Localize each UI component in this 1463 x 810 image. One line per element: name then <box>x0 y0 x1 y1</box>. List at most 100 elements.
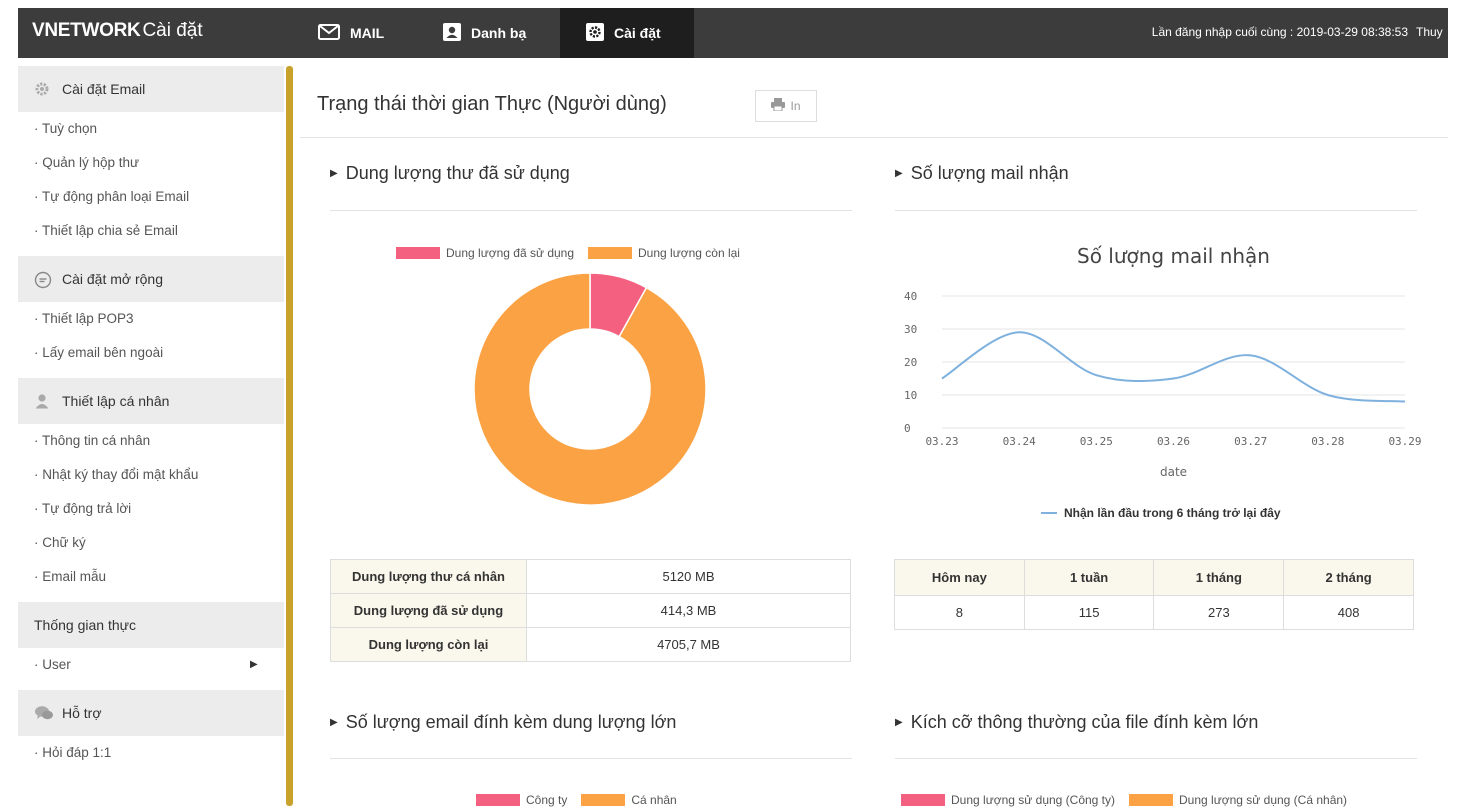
divider <box>895 210 1417 211</box>
sidebar-item-signature[interactable]: · Chữ ký <box>18 526 284 560</box>
sidebar-item-pop3[interactable]: · Thiết lập POP3 <box>18 302 284 336</box>
sidebar-item-personal-info[interactable]: · Thông tin cá nhân <box>18 424 284 458</box>
table-header: 1 tháng <box>1153 559 1285 596</box>
mail-count-heading-label: Số lượng mail nhận <box>910 163 1069 183</box>
sidebar-item-qa[interactable]: · Hỏi đáp 1:1 <box>18 736 284 770</box>
brand-section: Cài đặt <box>142 20 203 41</box>
nav-mail[interactable]: MAIL <box>306 8 396 58</box>
sidebar-scrollbar[interactable] <box>286 66 293 806</box>
sidebar-item-external-email[interactable]: · Lấy email bên ngoài <box>18 336 284 370</box>
sidebar-section-email-settings[interactable]: Cài đặt Email <box>18 66 284 112</box>
y-tick-label: 40 <box>904 290 917 303</box>
user-name[interactable]: Thuy <box>1416 25 1448 39</box>
y-tick-label: 10 <box>904 389 917 402</box>
contact-card-icon <box>443 22 461 44</box>
legend-swatch-personal <box>581 794 626 806</box>
nav-contacts[interactable]: Danh bạ <box>431 8 538 58</box>
sidebar-section-realtime[interactable]: Thống gian thực <box>18 602 284 648</box>
nav-settings[interactable]: Cài đặt <box>560 8 694 58</box>
attachments-count-heading: ▶ Số lượng email đính kèm dung lượng lớn <box>330 712 676 733</box>
data-point[interactable] <box>940 377 944 381</box>
sidebar-item-user[interactable]: · User ▶ <box>18 648 284 682</box>
legend-label-remaining: Dung lượng còn lại <box>638 246 740 260</box>
gear-icon <box>586 22 604 44</box>
sidebar-item-email-template[interactable]: · Email mẫu <box>18 560 284 594</box>
data-point[interactable] <box>1249 353 1253 357</box>
x-tick-label: 03.28 <box>1311 435 1344 448</box>
sidebar-item-options[interactable]: · Tuỳ chọn <box>18 112 284 146</box>
sidebar-item-auto-classify[interactable]: · Tự động phân loại Email <box>18 180 284 214</box>
legend-label-used: Dung lượng đã sử dụng <box>446 246 575 260</box>
print-label: In <box>790 99 801 113</box>
sidebar-item-email-sharing[interactable]: · Thiết lập chia sẻ Email <box>18 214 284 248</box>
data-point[interactable] <box>1326 393 1330 397</box>
data-point[interactable] <box>1172 377 1176 381</box>
attachments-size-heading-label: Kích cỡ thông thường của file đính kèm l… <box>910 712 1259 732</box>
nav-settings-label: Cài đặt <box>614 25 661 41</box>
legend-swatch-personal-size <box>1129 794 1174 806</box>
sidebar-section-extended[interactable]: Cài đặt mở rộng <box>18 256 284 302</box>
table-cell-value: 5120 MB <box>526 559 851 594</box>
brand-logo[interactable]: VNETWORK Cài đặt <box>32 20 203 42</box>
x-tick-label: 03.27 <box>1234 435 1267 448</box>
sidebar-section-label: Hỗ trợ <box>62 705 102 721</box>
usage-legend: Dung lượng đã sử dụng Dung lượng còn lại <box>396 246 754 260</box>
usage-donut-chart <box>473 272 707 506</box>
sidebar-section-personal[interactable]: Thiết lập cá nhân <box>18 378 284 424</box>
sidebar-item-password-log[interactable]: · Nhật ký thay đổi mật khẩu <box>18 458 284 492</box>
nav-mail-label: MAIL <box>350 25 385 41</box>
table-header: Hôm nay <box>894 559 1025 596</box>
chart-title: Số lượng mail nhận <box>1077 244 1270 268</box>
data-point[interactable] <box>1094 373 1098 377</box>
attachments-size-legend: Dung lượng sử dụng (Công ty) Dung lượng … <box>901 793 1361 807</box>
table-row: Dung lượng còn lại 4705,7 MB <box>330 627 851 662</box>
sidebar-item-auto-reply[interactable]: · Tự động trả lời <box>18 492 284 526</box>
legend-swatch-used <box>396 247 440 259</box>
legend-label-personal-size: Dung lượng sử dụng (Cá nhân) <box>1179 793 1348 807</box>
data-point[interactable] <box>1017 330 1021 334</box>
table-cell-value: 4705,7 MB <box>526 627 851 662</box>
sidebar-item-label: · User <box>34 657 71 672</box>
donut-slice-1[interactable] <box>473 272 707 506</box>
print-button[interactable]: In <box>755 90 817 122</box>
mail-count-table: Hôm nay 1 tuần 1 tháng 2 tháng 8 115 273… <box>894 559 1414 630</box>
usage-table: Dung lượng thư cá nhân 5120 MB Dung lượn… <box>330 559 851 662</box>
sidebar-section-label: Thống gian thực <box>34 617 136 633</box>
mail-count-line-chart: Số lượng mail nhận 0 10 20 30 40 03.23 03.24 03.… <box>904 244 1422 520</box>
table-cell: 273 <box>1153 595 1285 630</box>
legend-swatch-company <box>476 794 520 806</box>
table-header-row: Hôm nay 1 tuần 1 tháng 2 tháng <box>894 559 1414 596</box>
attachments-count-heading-label: Số lượng email đính kèm dung lượng lớn <box>345 712 677 732</box>
user-icon <box>34 393 50 409</box>
table-cell: 115 <box>1023 595 1155 630</box>
triangle-icon: ▶ <box>895 168 903 179</box>
table-cell-key: Dung lượng còn lại <box>330 627 527 662</box>
chat-icon <box>34 705 53 721</box>
sidebar: Cài đặt Email · Tuỳ chọn · Quản lý hộp t… <box>18 66 284 810</box>
x-tick-label: 03.23 <box>925 435 958 448</box>
table-row: Dung lượng thư cá nhân 5120 MB <box>330 559 851 594</box>
x-tick-label: 03.26 <box>1157 435 1190 448</box>
legend-label-personal: Cá nhân <box>631 793 677 807</box>
nav-contacts-label: Danh bạ <box>471 25 527 41</box>
legend-swatch-company-size <box>901 794 945 806</box>
series-line[interactable] <box>941 331 1406 403</box>
sidebar-item-mailbox-manager[interactable]: · Quản lý hộp thư <box>18 146 284 180</box>
attachments-count-legend: Công ty Cá nhân <box>476 793 691 807</box>
x-tick-label: 03.24 <box>1003 435 1036 448</box>
sidebar-section-label: Thiết lập cá nhân <box>62 393 170 409</box>
last-login-text: Lần đăng nhập cuối cùng : 2019-03-29 08:… <box>1151 25 1408 39</box>
data-point[interactable] <box>1403 400 1407 404</box>
table-cell-value: 414,3 MB <box>526 593 851 628</box>
legend-label-company-size: Dung lượng sử dụng (Công ty) <box>951 793 1116 807</box>
sidebar-section-support[interactable]: Hỗ trợ <box>18 690 284 736</box>
table-row: Dung lượng đã sử dụng 414,3 MB <box>330 593 851 628</box>
divider <box>330 210 852 211</box>
table-header: 1 tuần <box>1023 559 1155 596</box>
sidebar-section-label: Cài đặt Email <box>62 81 146 97</box>
page-title: Trạng thái thời gian Thực (Người dùng) <box>317 93 667 115</box>
table-row: 8 115 273 408 <box>894 595 1414 630</box>
attachments-size-heading: ▶ Kích cỡ thông thường của file đính kèm … <box>895 712 1258 733</box>
caret-right-icon: ▶ <box>250 659 258 670</box>
y-tick-label: 0 <box>904 422 911 435</box>
